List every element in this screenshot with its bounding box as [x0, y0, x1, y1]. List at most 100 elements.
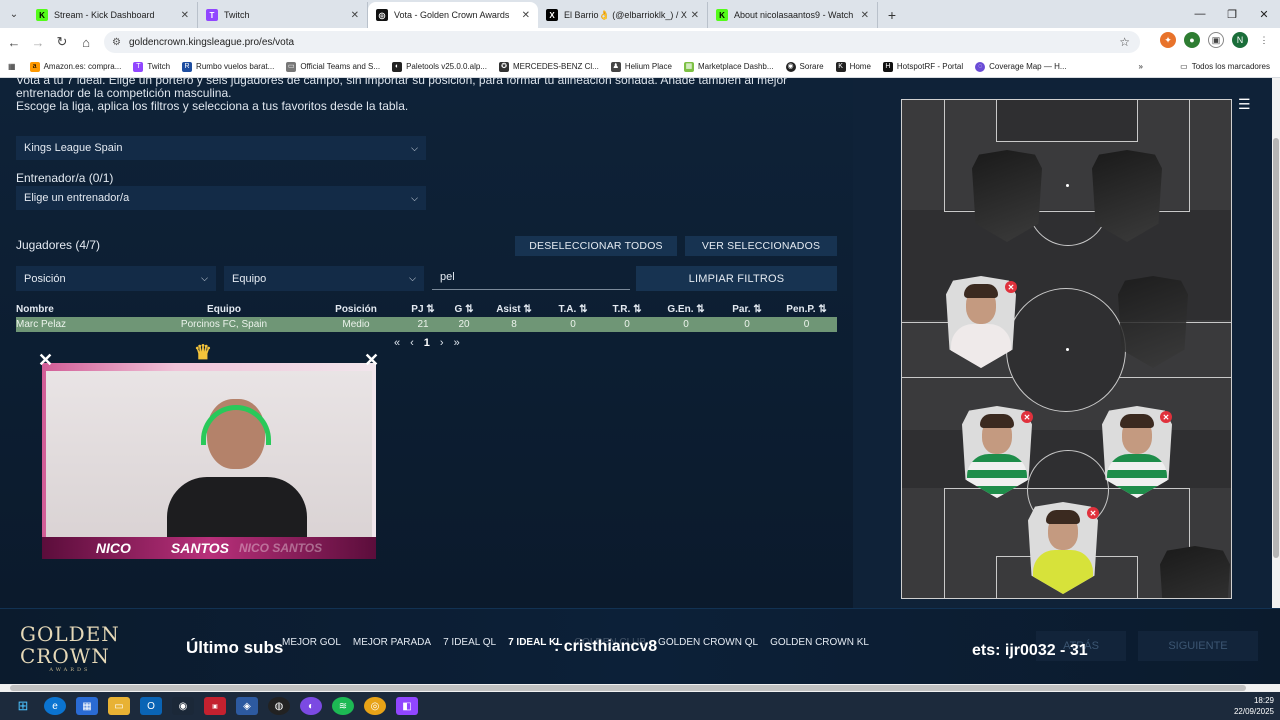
- close-window-icon[interactable]: ✕: [1248, 0, 1280, 28]
- back-icon[interactable]: ←: [2, 35, 26, 50]
- team-filter[interactable]: Equipo ⌵: [224, 266, 424, 291]
- col-header[interactable]: Asist ⇅: [482, 301, 546, 317]
- page-scrollbar[interactable]: [1272, 78, 1280, 608]
- obs-icon[interactable]: ◍: [268, 697, 290, 715]
- tab-search-icon[interactable]: ⌄: [0, 0, 28, 28]
- url-field[interactable]: ⚙ goldencrown.kingsleague.pro/es/vota ☆: [104, 31, 1140, 53]
- empty-player-slot[interactable]: [972, 150, 1042, 242]
- remove-player-icon[interactable]: ✕: [1005, 281, 1017, 293]
- puzzle-icon[interactable]: ▣: [1208, 32, 1224, 48]
- close-tab-icon[interactable]: ✕: [351, 10, 359, 21]
- minimize-icon[interactable]: —: [1184, 0, 1216, 28]
- nav-mejor-parada[interactable]: MEJOR PARADA: [353, 637, 431, 648]
- horizontal-scrollbar[interactable]: [0, 684, 1280, 692]
- bookmark-item[interactable]: a Amazon.es: compra...: [29, 61, 121, 72]
- remove-player-icon[interactable]: ✕: [1021, 411, 1033, 423]
- apps-grid-icon[interactable]: ▦: [8, 62, 16, 71]
- app-icon[interactable]: ◈: [236, 697, 258, 715]
- windows-start-icon[interactable]: ⊞: [12, 697, 34, 715]
- kebab-menu-icon[interactable]: ⋮: [1256, 32, 1272, 48]
- remove-player-icon[interactable]: ✕: [1160, 411, 1172, 423]
- scroll-thumb[interactable]: [1273, 138, 1279, 558]
- close-tab-icon[interactable]: ✕: [691, 10, 699, 21]
- bookmark-item[interactable]: H HotspotRF - Portal: [882, 61, 963, 72]
- explorer-icon[interactable]: ▭: [108, 697, 130, 715]
- col-header[interactable]: T.A. ⇅: [546, 301, 600, 317]
- more-bookmarks-icon[interactable]: »: [1139, 62, 1143, 71]
- clear-filters-button[interactable]: LIMPIAR FILTROS: [636, 266, 837, 291]
- col-header[interactable]: Nombre: [16, 301, 136, 317]
- reload-icon[interactable]: ↻: [50, 34, 74, 50]
- col-header[interactable]: T.R. ⇅: [600, 301, 654, 317]
- browser-tab-x[interactable]: X El Barrio👌 (@elbarrioklk_) / X ✕: [538, 2, 708, 28]
- browser-tab-kick[interactable]: K Stream - Kick Dashboard ✕: [28, 2, 198, 28]
- edge-icon[interactable]: e: [44, 697, 66, 715]
- new-tab-icon[interactable]: +: [878, 2, 906, 28]
- search-input[interactable]: pel: [432, 265, 630, 290]
- col-header[interactable]: PJ ⇅: [400, 301, 446, 317]
- last-page-button[interactable]: »: [454, 337, 460, 349]
- all-bookmarks[interactable]: ▭ Todos los marcadores: [1180, 62, 1270, 71]
- bookmark-item[interactable]: ▭ Official Teams and S...: [286, 61, 380, 72]
- next-page-button[interactable]: ›: [440, 337, 444, 349]
- forward-icon[interactable]: →: [26, 35, 50, 50]
- avatar[interactable]: N: [1232, 32, 1248, 48]
- league-select[interactable]: Kings League Spain ⌵: [16, 136, 426, 160]
- site-info-icon[interactable]: ⚙: [112, 37, 121, 48]
- browser-tab-twitch[interactable]: T Twitch ✕: [198, 2, 368, 28]
- nav-golden-crown-ql[interactable]: GOLDEN CROWN QL: [658, 637, 758, 648]
- home-icon[interactable]: ⌂: [74, 35, 98, 50]
- scroll-thumb[interactable]: [10, 685, 1246, 691]
- app-icon[interactable]: ◧: [396, 697, 418, 715]
- bookmark-item[interactable]: K Home: [835, 61, 871, 72]
- nav-golden-crown-kl[interactable]: GOLDEN CROWN KL: [770, 637, 869, 648]
- browser-tab-kick-about[interactable]: K About nicolasaantos9 - Watch ✕: [708, 2, 878, 28]
- bookmark-item[interactable]: ▦ Marketplace Dashb...: [683, 61, 774, 72]
- table-row[interactable]: Marc Pelaz Porcinos FC, Spain Medio 21 2…: [16, 317, 837, 332]
- nav-7-ideal-ql[interactable]: 7 IDEAL QL: [443, 637, 496, 648]
- view-selected-button[interactable]: VER SELECCIONADOS: [685, 236, 837, 256]
- position-filter[interactable]: Posición ⌵: [16, 266, 216, 291]
- bookmark-item[interactable]: R Rumbo vuelos barat...: [182, 61, 274, 72]
- bookmark-star-icon[interactable]: ☆: [1119, 35, 1130, 49]
- steam-icon[interactable]: ◉: [172, 697, 194, 715]
- spotify-icon[interactable]: ≋: [332, 697, 354, 715]
- coach-select[interactable]: Elige un entrenador/a ⌵: [16, 186, 426, 210]
- bookmark-item[interactable]: ♟ Helium Place: [610, 61, 672, 72]
- close-tab-icon[interactable]: ✕: [522, 10, 530, 21]
- bookmark-item[interactable]: ✪ MERCEDES-BENZ Cl...: [499, 61, 599, 72]
- bookmark-item[interactable]: ◐ Paletools v25.0.0.alp...: [392, 61, 487, 72]
- bookmark-item[interactable]: ◉ Sorare: [785, 61, 824, 72]
- app-icon[interactable]: ◐: [300, 697, 322, 715]
- remove-player-icon[interactable]: ✕: [1087, 507, 1099, 519]
- system-clock[interactable]: 18:29 22/09/2025: [1234, 695, 1274, 717]
- empty-player-slot[interactable]: [1092, 150, 1162, 242]
- prev-page-button[interactable]: ‹: [410, 337, 414, 349]
- deselect-all-button[interactable]: DESELECCIONAR TODOS: [515, 236, 677, 256]
- store-icon[interactable]: ▦: [76, 697, 98, 715]
- close-tab-icon[interactable]: ✕: [861, 10, 869, 21]
- restore-icon[interactable]: ❐: [1216, 0, 1248, 28]
- col-header[interactable]: Par. ⇅: [718, 301, 776, 317]
- outlook-icon[interactable]: O: [140, 697, 162, 715]
- col-header[interactable]: G ⇅: [446, 301, 482, 317]
- col-header[interactable]: Posición: [312, 301, 400, 317]
- empty-player-slot[interactable]: [1160, 546, 1230, 598]
- chrome-icon[interactable]: ◎: [364, 697, 386, 715]
- app-icon[interactable]: ▣: [204, 697, 226, 715]
- first-page-button[interactable]: «: [394, 337, 400, 349]
- current-page[interactable]: 1: [424, 337, 430, 349]
- position-filter-value: Posición: [24, 272, 66, 285]
- col-header[interactable]: Equipo: [136, 301, 312, 317]
- col-header[interactable]: Pen.P. ⇅: [776, 301, 837, 317]
- extension-icon[interactable]: ●: [1184, 32, 1200, 48]
- next-button[interactable]: SIGUIENTE: [1138, 631, 1258, 661]
- close-tab-icon[interactable]: ✕: [181, 10, 189, 21]
- nav-mejor-gol[interactable]: MEJOR GOL: [282, 637, 341, 648]
- bookmark-item[interactable]: T Twitch: [133, 61, 170, 72]
- bookmark-item[interactable]: ◌ Coverage Map — H...: [975, 61, 1067, 72]
- browser-tab-vota[interactable]: ◎ Vota - Golden Crown Awards ✕: [368, 2, 538, 28]
- col-header[interactable]: G.En. ⇅: [654, 301, 718, 317]
- hamburger-menu-icon[interactable]: ☰: [1238, 96, 1251, 113]
- fox-extension-icon[interactable]: ✦: [1160, 32, 1176, 48]
